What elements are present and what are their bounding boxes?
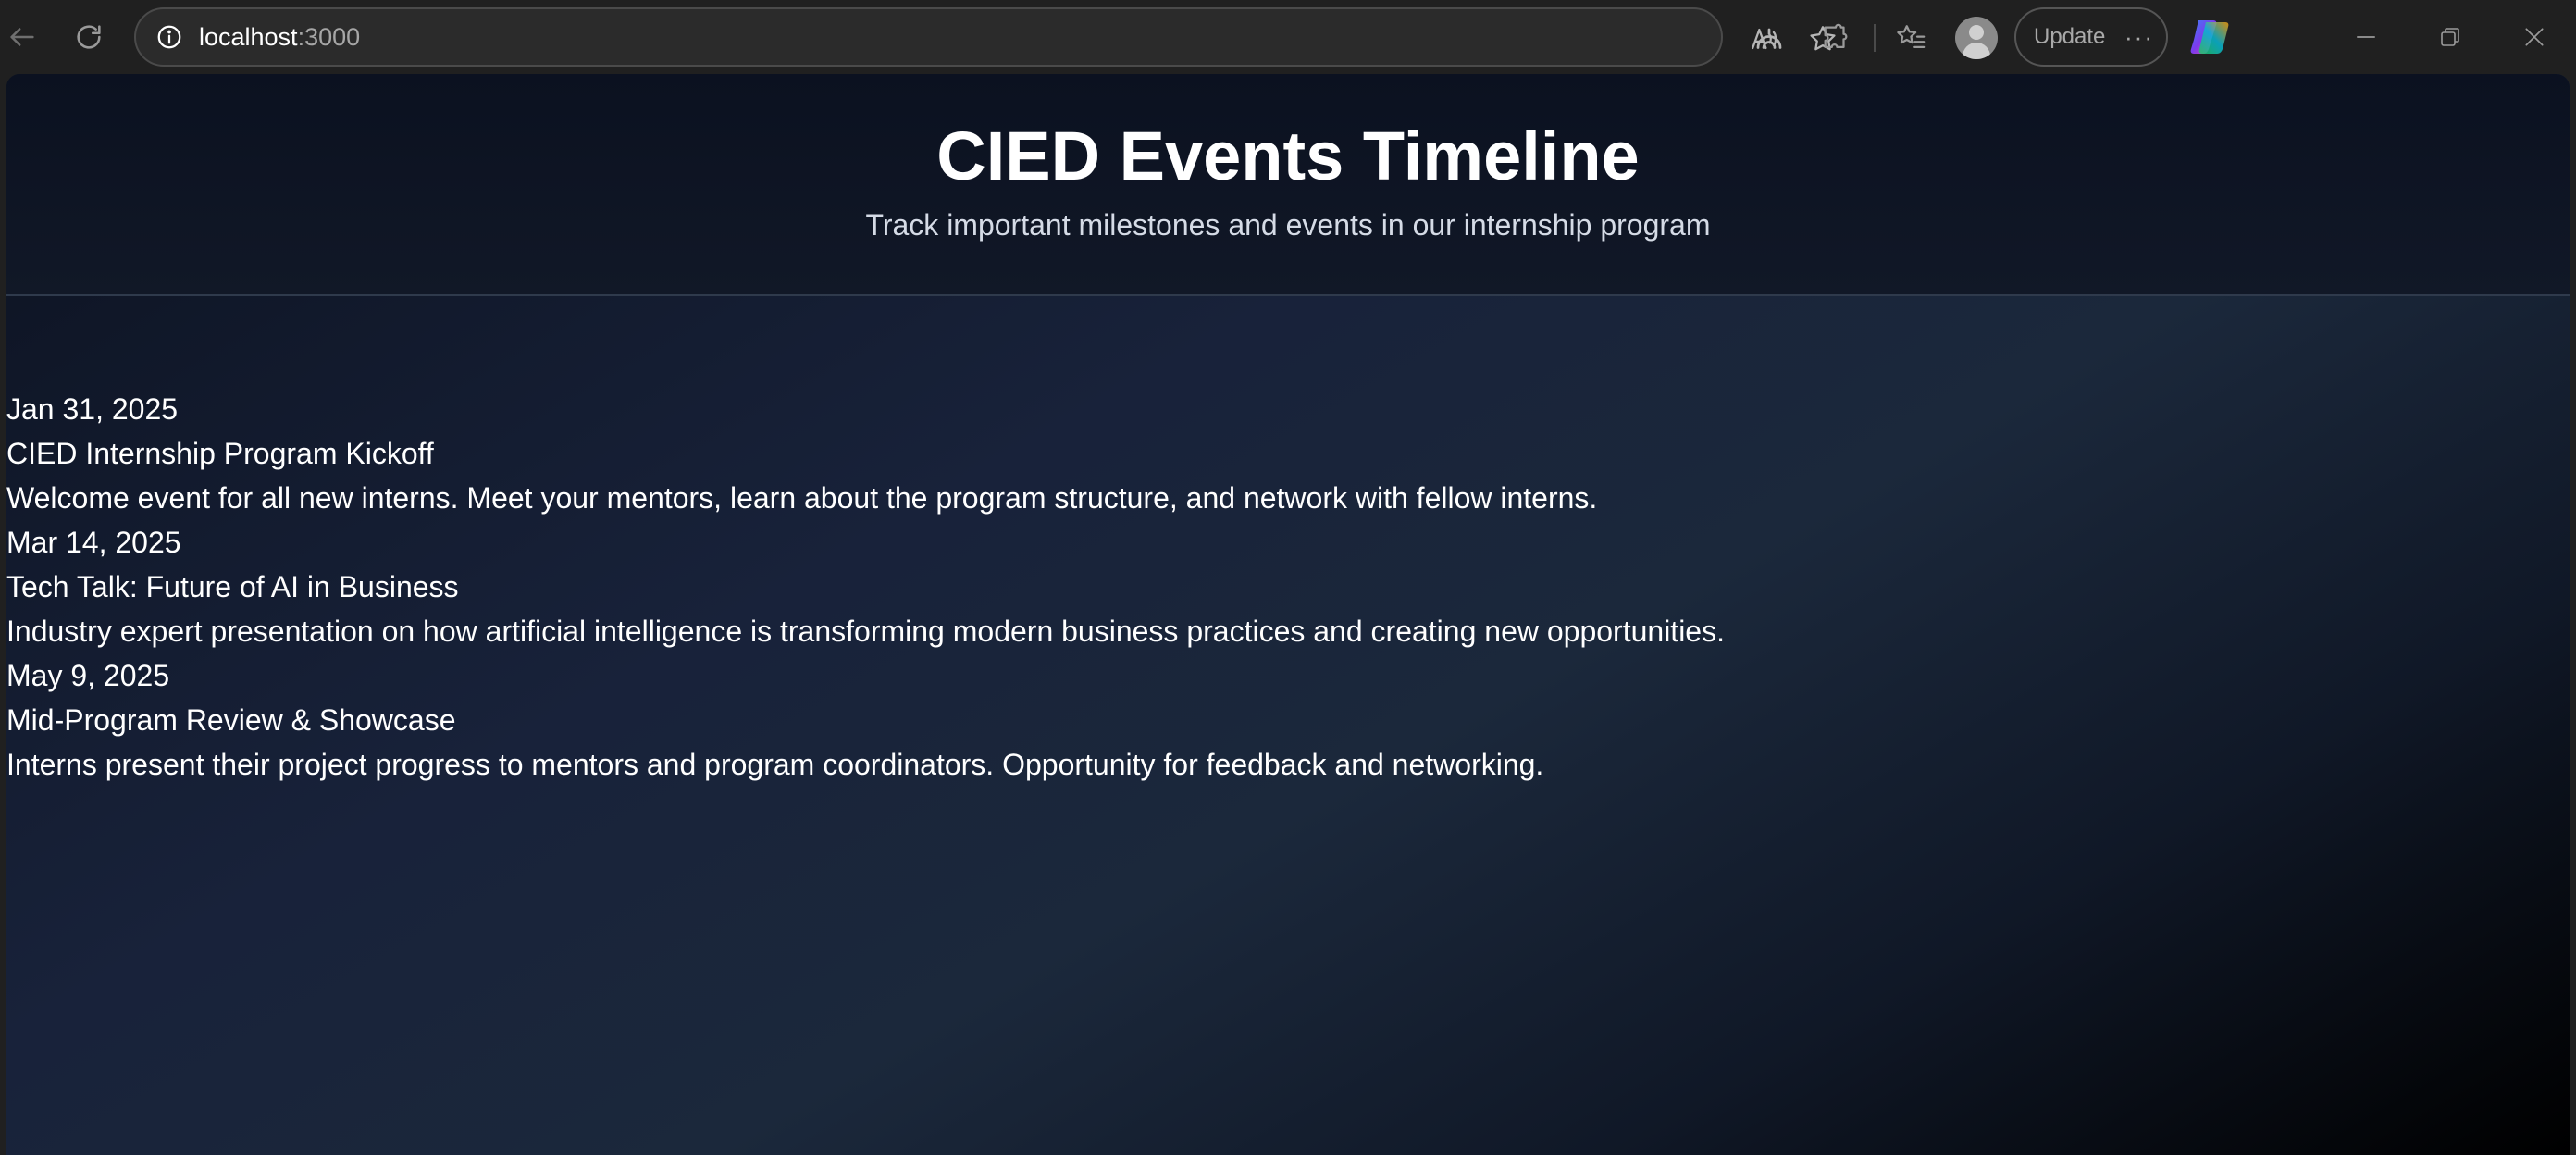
minimize-icon[interactable] bbox=[2347, 19, 2384, 56]
toolbar-divider bbox=[1874, 24, 1876, 52]
events-list: Jan 31, 2025 CIED Internship Program Kic… bbox=[6, 387, 2505, 787]
event-item: Jan 31, 2025 CIED Internship Program Kic… bbox=[6, 387, 2505, 520]
event-description: Interns present their project progress t… bbox=[6, 748, 1544, 781]
address-url[interactable]: localhost:3000 bbox=[199, 9, 360, 65]
restore-icon[interactable] bbox=[2432, 19, 2469, 56]
event-item: May 9, 2025 Mid-Program Review & Showcas… bbox=[6, 653, 2505, 787]
refresh-icon[interactable] bbox=[70, 19, 107, 56]
favorites-list-icon[interactable] bbox=[1891, 19, 1930, 57]
event-title: Tech Talk: Future of AI in Business bbox=[6, 570, 459, 603]
page-title: CIED Events Timeline bbox=[936, 118, 1640, 194]
avatar-body bbox=[1963, 43, 1990, 59]
extensions-icon[interactable] bbox=[1816, 19, 1855, 57]
address-host: localhost bbox=[199, 23, 298, 51]
profile-avatar[interactable] bbox=[1955, 17, 1998, 59]
update-button[interactable]: Update ··· bbox=[2014, 7, 2168, 67]
page-subtitle: Track important milestones and events in… bbox=[865, 208, 1711, 242]
avatar-head bbox=[1969, 25, 1984, 40]
more-menu-icon[interactable]: ··· bbox=[2124, 9, 2154, 65]
close-icon[interactable] bbox=[2516, 19, 2553, 56]
event-date: Mar 14, 2025 bbox=[6, 526, 181, 559]
event-item: Mar 14, 2025 Tech Talk: Future of AI in … bbox=[6, 520, 2505, 653]
event-title: Mid-Program Review & Showcase bbox=[6, 703, 456, 737]
event-date: Jan 31, 2025 bbox=[6, 392, 179, 426]
address-bar[interactable]: localhost:3000 bbox=[134, 7, 1836, 67]
event-description: Industry expert presentation on how arti… bbox=[6, 615, 1725, 648]
page-viewport: CIED Events Timeline Track important mil… bbox=[6, 74, 2570, 1155]
site-info-icon[interactable] bbox=[155, 22, 184, 52]
browser-toolbar: localhost:3000 Update ··· bbox=[0, 0, 2576, 74]
page-header: CIED Events Timeline Track important mil… bbox=[6, 74, 2570, 296]
update-label: Update bbox=[2034, 24, 2106, 49]
copilot-icon[interactable] bbox=[2189, 19, 2230, 57]
address-port: :3000 bbox=[297, 23, 361, 51]
back-arrow-icon[interactable] bbox=[4, 19, 41, 56]
browser-essentials-icon[interactable] bbox=[1750, 19, 1789, 57]
event-title: CIED Internship Program Kickoff bbox=[6, 437, 434, 470]
event-date: May 9, 2025 bbox=[6, 659, 170, 692]
event-description: Welcome event for all new interns. Meet … bbox=[6, 481, 1598, 515]
